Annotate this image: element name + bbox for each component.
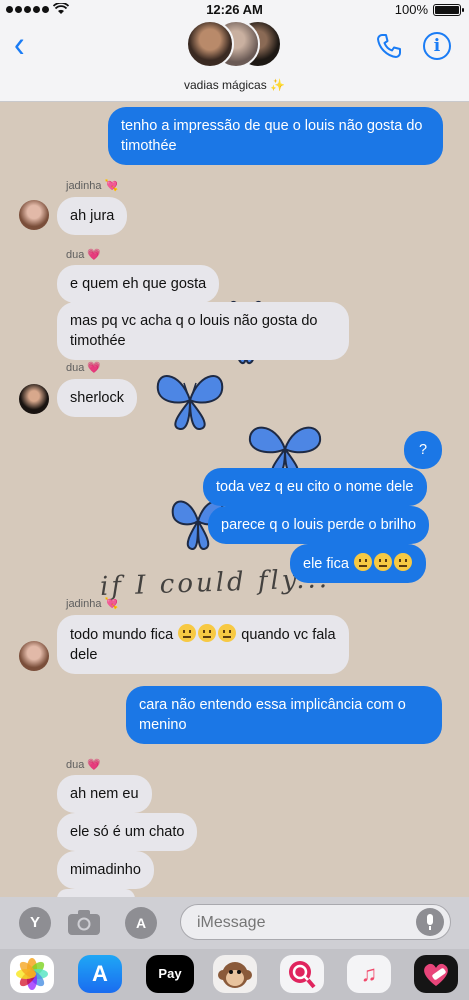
animoji-icon[interactable] [213, 955, 257, 993]
message-bubble-received[interactable]: mimadinho [57, 851, 154, 889]
neutral-face-emoji [178, 624, 197, 642]
search-images-icon[interactable] [280, 955, 324, 993]
yarn-app-button[interactable]: Y [19, 907, 51, 939]
butterfly-icon [248, 426, 322, 475]
neutral-face-emoji [198, 624, 217, 642]
apple-pay-icon[interactable]: Pay [146, 955, 194, 993]
message-text: ele fica [303, 556, 349, 572]
sender-name: dua 💗 [66, 249, 102, 261]
avatar[interactable] [19, 641, 49, 671]
message-bubble-received[interactable]: todo mundo fica quando vc fala dele [57, 615, 349, 674]
message-field[interactable] [180, 904, 451, 940]
info-icon[interactable]: i [423, 32, 451, 60]
heart-icon[interactable] [414, 955, 458, 993]
battery-icon [433, 3, 464, 16]
message-bubble-sent[interactable]: toda vez q eu cito o nome dele [203, 468, 427, 506]
avatar[interactable] [19, 200, 49, 230]
group-name[interactable]: vadias mágicas ✨ [0, 78, 469, 92]
message-bubble-sent[interactable]: ? [404, 431, 442, 469]
neutral-face-emoji [393, 553, 412, 571]
phone-icon[interactable] [375, 32, 403, 60]
message-bubble-received[interactable]: e quem eh que gosta [57, 265, 220, 303]
message-bubble-sent[interactable]: tenho a impressão de que o louis não gos… [108, 107, 443, 165]
back-chevron-icon[interactable]: ‹ [14, 26, 25, 63]
neutral-face-emoji [373, 553, 392, 571]
app-strip: A Pay ♫ [0, 949, 469, 1000]
message-input[interactable] [197, 912, 407, 934]
status-bar: 12:26 AM 100% [0, 0, 469, 20]
input-bar: Y A [0, 897, 469, 949]
photos-icon[interactable] [10, 955, 54, 993]
message-bubble-sent[interactable]: cara não entendo essa implicância com o … [126, 686, 442, 744]
conversation-header: ‹ vadias mágicas ✨ i [0, 20, 469, 102]
message-bubble-received[interactable]: ele só é um chato [57, 813, 198, 851]
avatar [186, 20, 234, 68]
app-store-icon[interactable]: A [78, 955, 122, 993]
neutral-face-emoji [218, 624, 237, 642]
microphone-icon[interactable] [416, 908, 444, 936]
message-text: todo mundo fica [70, 627, 174, 643]
app-store-drawer-icon[interactable]: A [125, 907, 157, 939]
camera-icon[interactable] [67, 908, 101, 936]
sender-name: dua 💗 [66, 362, 102, 374]
sender-name: jadinha 💘 [66, 180, 119, 192]
neutral-face-emoji [353, 553, 372, 571]
message-bubble-received[interactable]: ah jura [57, 197, 128, 235]
message-bubble-sent[interactable]: parece q o louis perde o brilho [208, 506, 430, 544]
avatar[interactable] [19, 384, 49, 414]
chat-area[interactable]: if I could fly... tenho a impressão de q… [0, 103, 469, 897]
sender-name: dua 💗 [66, 759, 102, 771]
message-bubble-sent[interactable]: ele fica [290, 544, 426, 583]
group-avatars[interactable] [186, 20, 286, 70]
battery-percent: 100% [394, 2, 428, 17]
music-icon[interactable]: ♫ [347, 955, 391, 993]
sender-name: jadinha 💘 [66, 598, 119, 610]
message-bubble-received[interactable]: sherlock [57, 379, 137, 417]
message-bubble-received[interactable]: ah nem eu [57, 775, 152, 813]
message-bubble-received [57, 889, 135, 897]
butterfly-icon [156, 375, 224, 430]
message-bubble-received[interactable]: mas pq vc acha q o louis não gosta do ti… [57, 302, 349, 360]
